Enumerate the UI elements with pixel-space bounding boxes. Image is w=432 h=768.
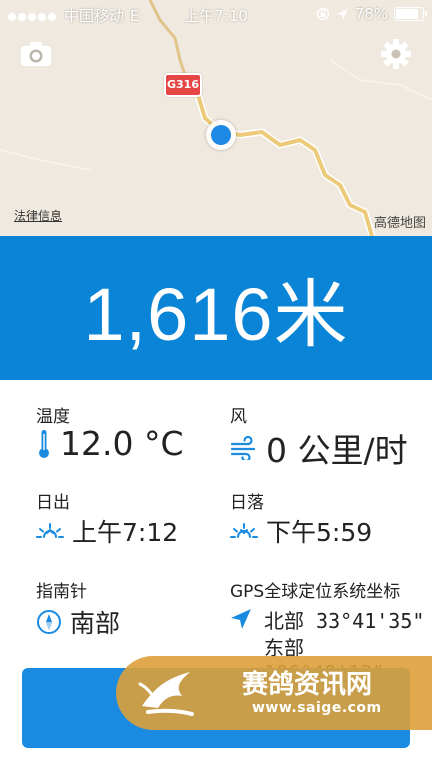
pigeon-logo-icon: [138, 672, 194, 716]
compass-value: 南部: [70, 609, 121, 638]
temperature-value-row: 12.0 °C: [36, 424, 184, 463]
battery-percentage: 78%: [354, 5, 388, 23]
location-services-icon: [336, 8, 348, 20]
watermark-url: www.saige.com: [252, 700, 382, 716]
settings-button[interactable]: [380, 38, 412, 70]
watermark-title: 赛鸽资讯网: [242, 670, 373, 700]
status-right: 78%: [316, 5, 427, 23]
battery-icon: [394, 7, 427, 21]
sunrise-value-row: 上午7:12: [36, 513, 178, 549]
temperature-value: 12.0 °C: [60, 424, 184, 463]
compass-icon: [36, 609, 62, 635]
gps-label: GPS全球定位系统坐标: [230, 582, 401, 602]
camera-button[interactable]: [20, 40, 52, 68]
camera-icon: [21, 42, 51, 66]
sunset-value: 下午5:59: [266, 518, 373, 547]
map-view[interactable]: 中国移动 E 上午7:10 78% G316 法律信息 高德地图: [0, 0, 432, 236]
wind-value-row: 0 公里/时: [230, 424, 408, 472]
wind-value: 0 公里/时: [266, 431, 408, 470]
gps-latitude: 北部 33°41'35": [264, 609, 425, 633]
wind-icon: [230, 436, 258, 460]
sunset-icon: [230, 520, 258, 542]
rotation-lock-icon: [316, 7, 329, 21]
map-roads: [0, 0, 432, 236]
compass-value-row: 南部: [36, 604, 120, 640]
legal-info-link[interactable]: 法律信息: [14, 207, 62, 224]
road-badge: G316: [164, 73, 202, 97]
sunrise-icon: [36, 520, 64, 542]
sunrise-label: 日出: [36, 493, 70, 513]
sunset-value-row: 下午5:59: [230, 513, 372, 549]
map-provider-logo: 高德地图: [373, 216, 426, 231]
current-location-marker: [206, 120, 236, 150]
watermark-overlay: 赛鸽资讯网 www.saige.com: [116, 656, 432, 730]
location-arrow-icon: [230, 608, 252, 634]
sunrise-value: 上午7:12: [72, 518, 179, 547]
thermometer-icon: [36, 428, 52, 460]
sunset-label: 日落: [230, 493, 264, 513]
compass-label: 指南针: [36, 582, 87, 602]
status-bar: 中国移动 E 上午7:10 78%: [0, 0, 432, 28]
altitude-display: 1,616米: [0, 236, 432, 380]
gear-icon: [381, 39, 411, 69]
